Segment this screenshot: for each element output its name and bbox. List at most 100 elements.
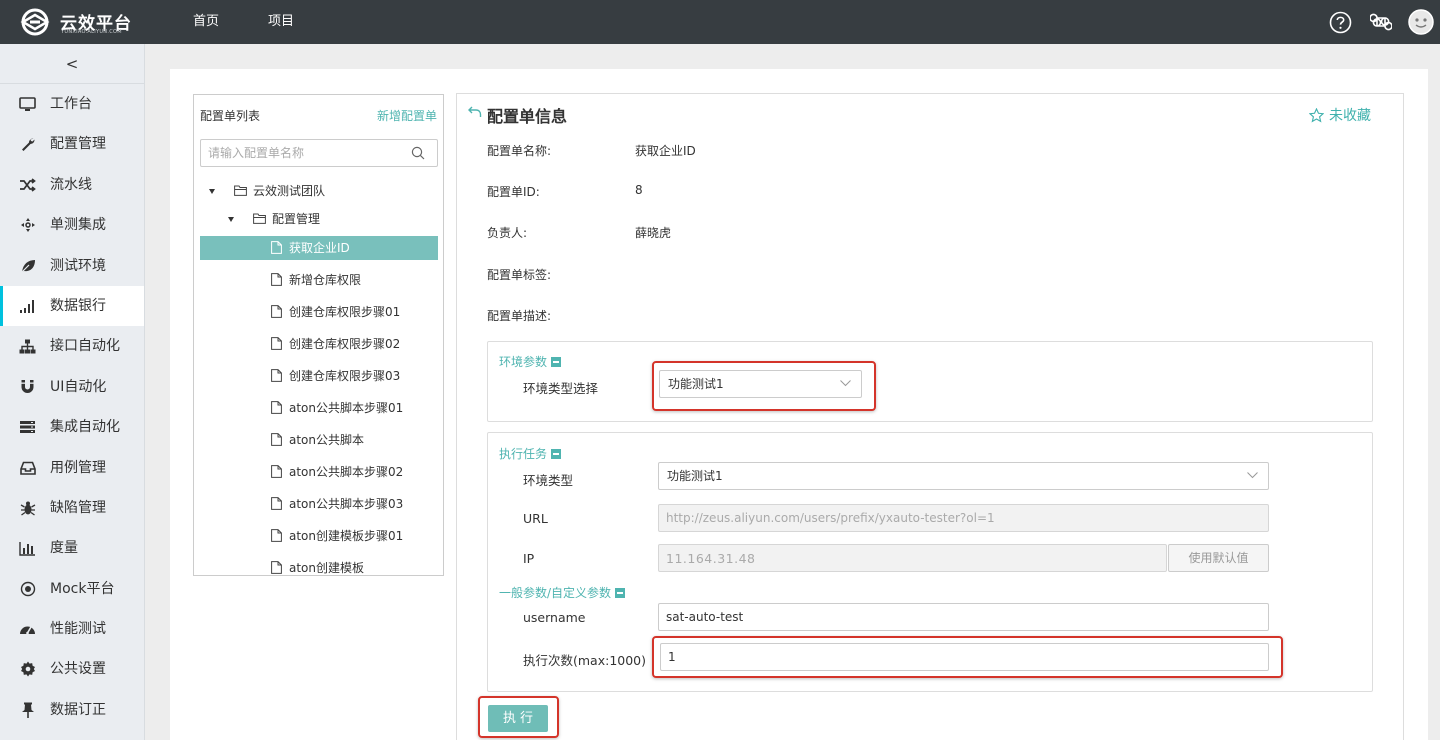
target-icon xyxy=(19,581,36,597)
env-type-select-value: 功能测试1 xyxy=(668,377,724,391)
sidebar-item[interactable]: 数据订正 xyxy=(0,690,144,730)
tree-item-label: aton创建模板 xyxy=(289,561,365,575)
tree-item[interactable]: aton创建模板步骤01 xyxy=(200,524,438,548)
tree-item[interactable]: 创建仓库权限步骤01 xyxy=(200,300,438,324)
logo[interactable]: 云效平台 YUNXIAO.ALIYUN.COM xyxy=(18,7,148,37)
sidebar-item-label: 测试环境 xyxy=(50,257,106,274)
exec-count-input[interactable] xyxy=(660,643,1269,671)
tree-item-label: 新增仓库权限 xyxy=(289,273,362,287)
tree-item-label: aton公共脚本步骤02 xyxy=(289,465,404,479)
owner-value: 薛晓虎 xyxy=(635,226,672,240)
sidebar-item-label: 集成自动化 xyxy=(50,419,120,436)
file-icon xyxy=(271,401,282,414)
collapse-minus-icon[interactable] xyxy=(551,448,562,459)
task-env-type-select[interactable]: 功能测试1 xyxy=(658,462,1269,490)
favorite-toggle[interactable]: 未收藏 xyxy=(1309,105,1371,125)
sidebar-item-label: 度量 xyxy=(50,540,78,557)
config-list-title: 配置单列表 xyxy=(200,109,261,123)
inbox-icon xyxy=(19,460,36,476)
use-default-button[interactable]: 使用默认值 xyxy=(1168,544,1269,572)
tree-item-label: aton公共脚本步骤03 xyxy=(289,497,404,511)
folder-open-icon xyxy=(234,185,247,196)
env-params-section xyxy=(487,341,1373,422)
config-desc-label: 配置单描述: xyxy=(487,309,552,323)
tree-root-row[interactable]: 云效测试团队 xyxy=(194,179,443,203)
sidebar-item[interactable]: UI自动化 xyxy=(0,367,144,407)
custom-params-title[interactable]: 一般参数/自定义参数 xyxy=(499,584,626,601)
tree-item[interactable]: aton创建模板 xyxy=(200,556,438,575)
env-params-title[interactable]: 环境参数 xyxy=(499,353,562,370)
signal-bars-icon xyxy=(19,298,36,314)
sidebar-item[interactable]: 测试环境 xyxy=(0,246,144,286)
file-icon xyxy=(271,561,282,574)
file-icon xyxy=(271,497,282,510)
tree-item[interactable]: aton公共脚本步骤02 xyxy=(200,460,438,484)
env-type-select-label: 环境类型选择 xyxy=(523,381,599,396)
sidebar-item[interactable]: 性能测试 xyxy=(0,609,144,649)
tree-item[interactable]: 创建仓库权限步骤02 xyxy=(200,332,438,356)
config-id-label: 配置单ID: xyxy=(487,185,540,199)
nav-home[interactable]: 首页 xyxy=(193,0,219,44)
ip-input[interactable] xyxy=(658,544,1167,572)
tree-item[interactable]: aton公共脚本步骤03 xyxy=(200,492,438,516)
config-name-value: 获取企业ID xyxy=(635,144,696,158)
add-config-link[interactable]: 新增配置单 xyxy=(377,107,437,124)
tree-folder-row[interactable]: 配置管理 xyxy=(194,207,443,231)
tree-item[interactable]: 获取企业ID xyxy=(200,236,438,260)
config-id-value: 8 xyxy=(635,183,643,197)
username-input[interactable] xyxy=(658,603,1269,631)
shuffle-icon xyxy=(19,177,36,193)
task-env-type-value: 功能测试1 xyxy=(667,469,723,483)
nav-projects[interactable]: 项目 xyxy=(268,0,294,44)
collapse-minus-icon[interactable] xyxy=(615,587,626,598)
sidebar-item-label: 缺陷管理 xyxy=(50,499,106,516)
sidebar-item[interactable]: 单测集成 xyxy=(0,205,144,245)
sidebar-item[interactable]: 公共设置 xyxy=(0,649,144,689)
leaf-icon xyxy=(19,258,36,274)
logo-subtitle: YUNXIAO.ALIYUN.COM xyxy=(61,29,122,35)
exec-task-title[interactable]: 执行任务 xyxy=(499,445,562,462)
tree-item[interactable]: aton公共脚本 xyxy=(200,428,438,452)
crosshair-icon xyxy=(19,217,36,233)
bar-chart-icon xyxy=(19,540,36,556)
caret-down-icon xyxy=(209,189,215,194)
config-list-panel: 配置单列表 新增配置单 云效测试团队 配置管理 获取企业ID 新增仓库权限创建仓库… xyxy=(193,94,444,576)
file-icon xyxy=(271,241,282,254)
back-arrow-icon[interactable] xyxy=(468,105,482,119)
run-button[interactable]: 执行 xyxy=(488,705,548,732)
sidebar-item[interactable]: 工作台 xyxy=(0,84,144,124)
help-icon[interactable] xyxy=(1329,11,1352,34)
collapse-minus-icon[interactable] xyxy=(551,356,562,367)
sidebar-item[interactable]: 流水线 xyxy=(0,165,144,205)
file-icon xyxy=(271,337,282,350)
sidebar-item[interactable]: 集成自动化 xyxy=(0,407,144,447)
sidebar-item[interactable]: 用例管理 xyxy=(0,448,144,488)
sidebar-item[interactable]: 数据银行 xyxy=(0,285,144,327)
url-input[interactable] xyxy=(658,504,1269,532)
sidebar-item[interactable]: 度量 xyxy=(0,528,144,568)
chevron-down-icon xyxy=(840,380,851,387)
favorite-label: 未收藏 xyxy=(1329,108,1371,124)
custom-params-title-text: 一般参数/自定义参数 xyxy=(499,586,612,600)
sidebar-item-label: 性能测试 xyxy=(50,621,106,638)
avatar[interactable] xyxy=(1408,9,1434,35)
sidebar-item-label: 接口自动化 xyxy=(50,338,120,355)
sitemap-icon xyxy=(19,338,36,354)
sidebar-item[interactable]: 缺陷管理 xyxy=(0,488,144,528)
tree-item[interactable]: 新增仓库权限 xyxy=(200,268,438,292)
config-search-input[interactable] xyxy=(200,139,438,167)
tree-item[interactable]: aton公共脚本步骤01 xyxy=(200,396,438,420)
search-icon[interactable] xyxy=(411,146,425,160)
env-params-title-text: 环境参数 xyxy=(499,355,548,369)
sidebar-item-label: Mock平台 xyxy=(50,580,115,597)
tree-item-label: aton创建模板步骤01 xyxy=(289,529,404,543)
sidebar-item[interactable]: 配置管理 xyxy=(0,124,144,164)
apps-icon[interactable] xyxy=(1370,11,1392,33)
env-type-select[interactable]: 功能测试1 xyxy=(659,370,862,398)
file-icon xyxy=(271,305,282,318)
tree-item[interactable]: 创建仓库权限步骤03 xyxy=(200,364,438,388)
sidebar-item[interactable]: Mock平台 xyxy=(0,569,144,609)
sidebar-item[interactable]: 接口自动化 xyxy=(0,326,144,366)
magnet-icon xyxy=(19,379,36,395)
sidebar-collapse-button[interactable]: < xyxy=(0,44,144,84)
